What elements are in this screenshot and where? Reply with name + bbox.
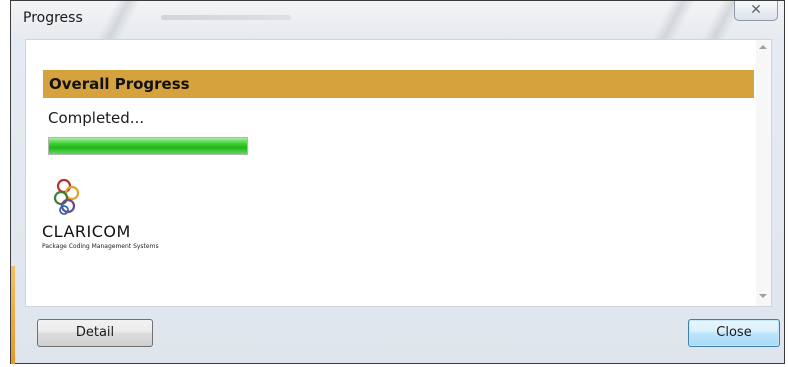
progress-bar-fill (49, 138, 247, 154)
detail-button[interactable]: Detail (37, 319, 153, 347)
screen: Progress ✕ Overall Progress Completed... (0, 0, 788, 367)
scroll-up-arrow-icon[interactable] (759, 45, 767, 49)
logo-tagline: Package Coding Management Systems (42, 243, 159, 250)
window-close-button[interactable]: ✕ (734, 1, 778, 21)
titlebar-decoration (90, 1, 146, 39)
window-edge-accent (11, 266, 15, 364)
progress-dialog: Progress ✕ Overall Progress Completed... (10, 0, 785, 364)
section-header: Overall Progress (43, 70, 754, 98)
titlebar-decoration (645, 1, 701, 39)
status-text: Completed... (48, 109, 145, 127)
close-icon: ✕ (750, 2, 762, 18)
vertical-scrollbar[interactable] (756, 40, 771, 306)
content-panel: Overall Progress Completed... CLARICOM P… (25, 39, 772, 307)
window-title: Progress (23, 10, 83, 26)
scroll-down-arrow-icon[interactable] (759, 294, 767, 298)
title-bar[interactable]: Progress ✕ (11, 1, 784, 39)
claricom-rings-icon (53, 178, 80, 215)
claricom-logo: CLARICOM Package Coding Management Syste… (42, 178, 192, 258)
blurred-background-text (161, 15, 291, 20)
logo-wordmark: CLARICOM (42, 222, 131, 241)
progress-bar (48, 137, 248, 155)
close-button[interactable]: Close (688, 319, 780, 347)
